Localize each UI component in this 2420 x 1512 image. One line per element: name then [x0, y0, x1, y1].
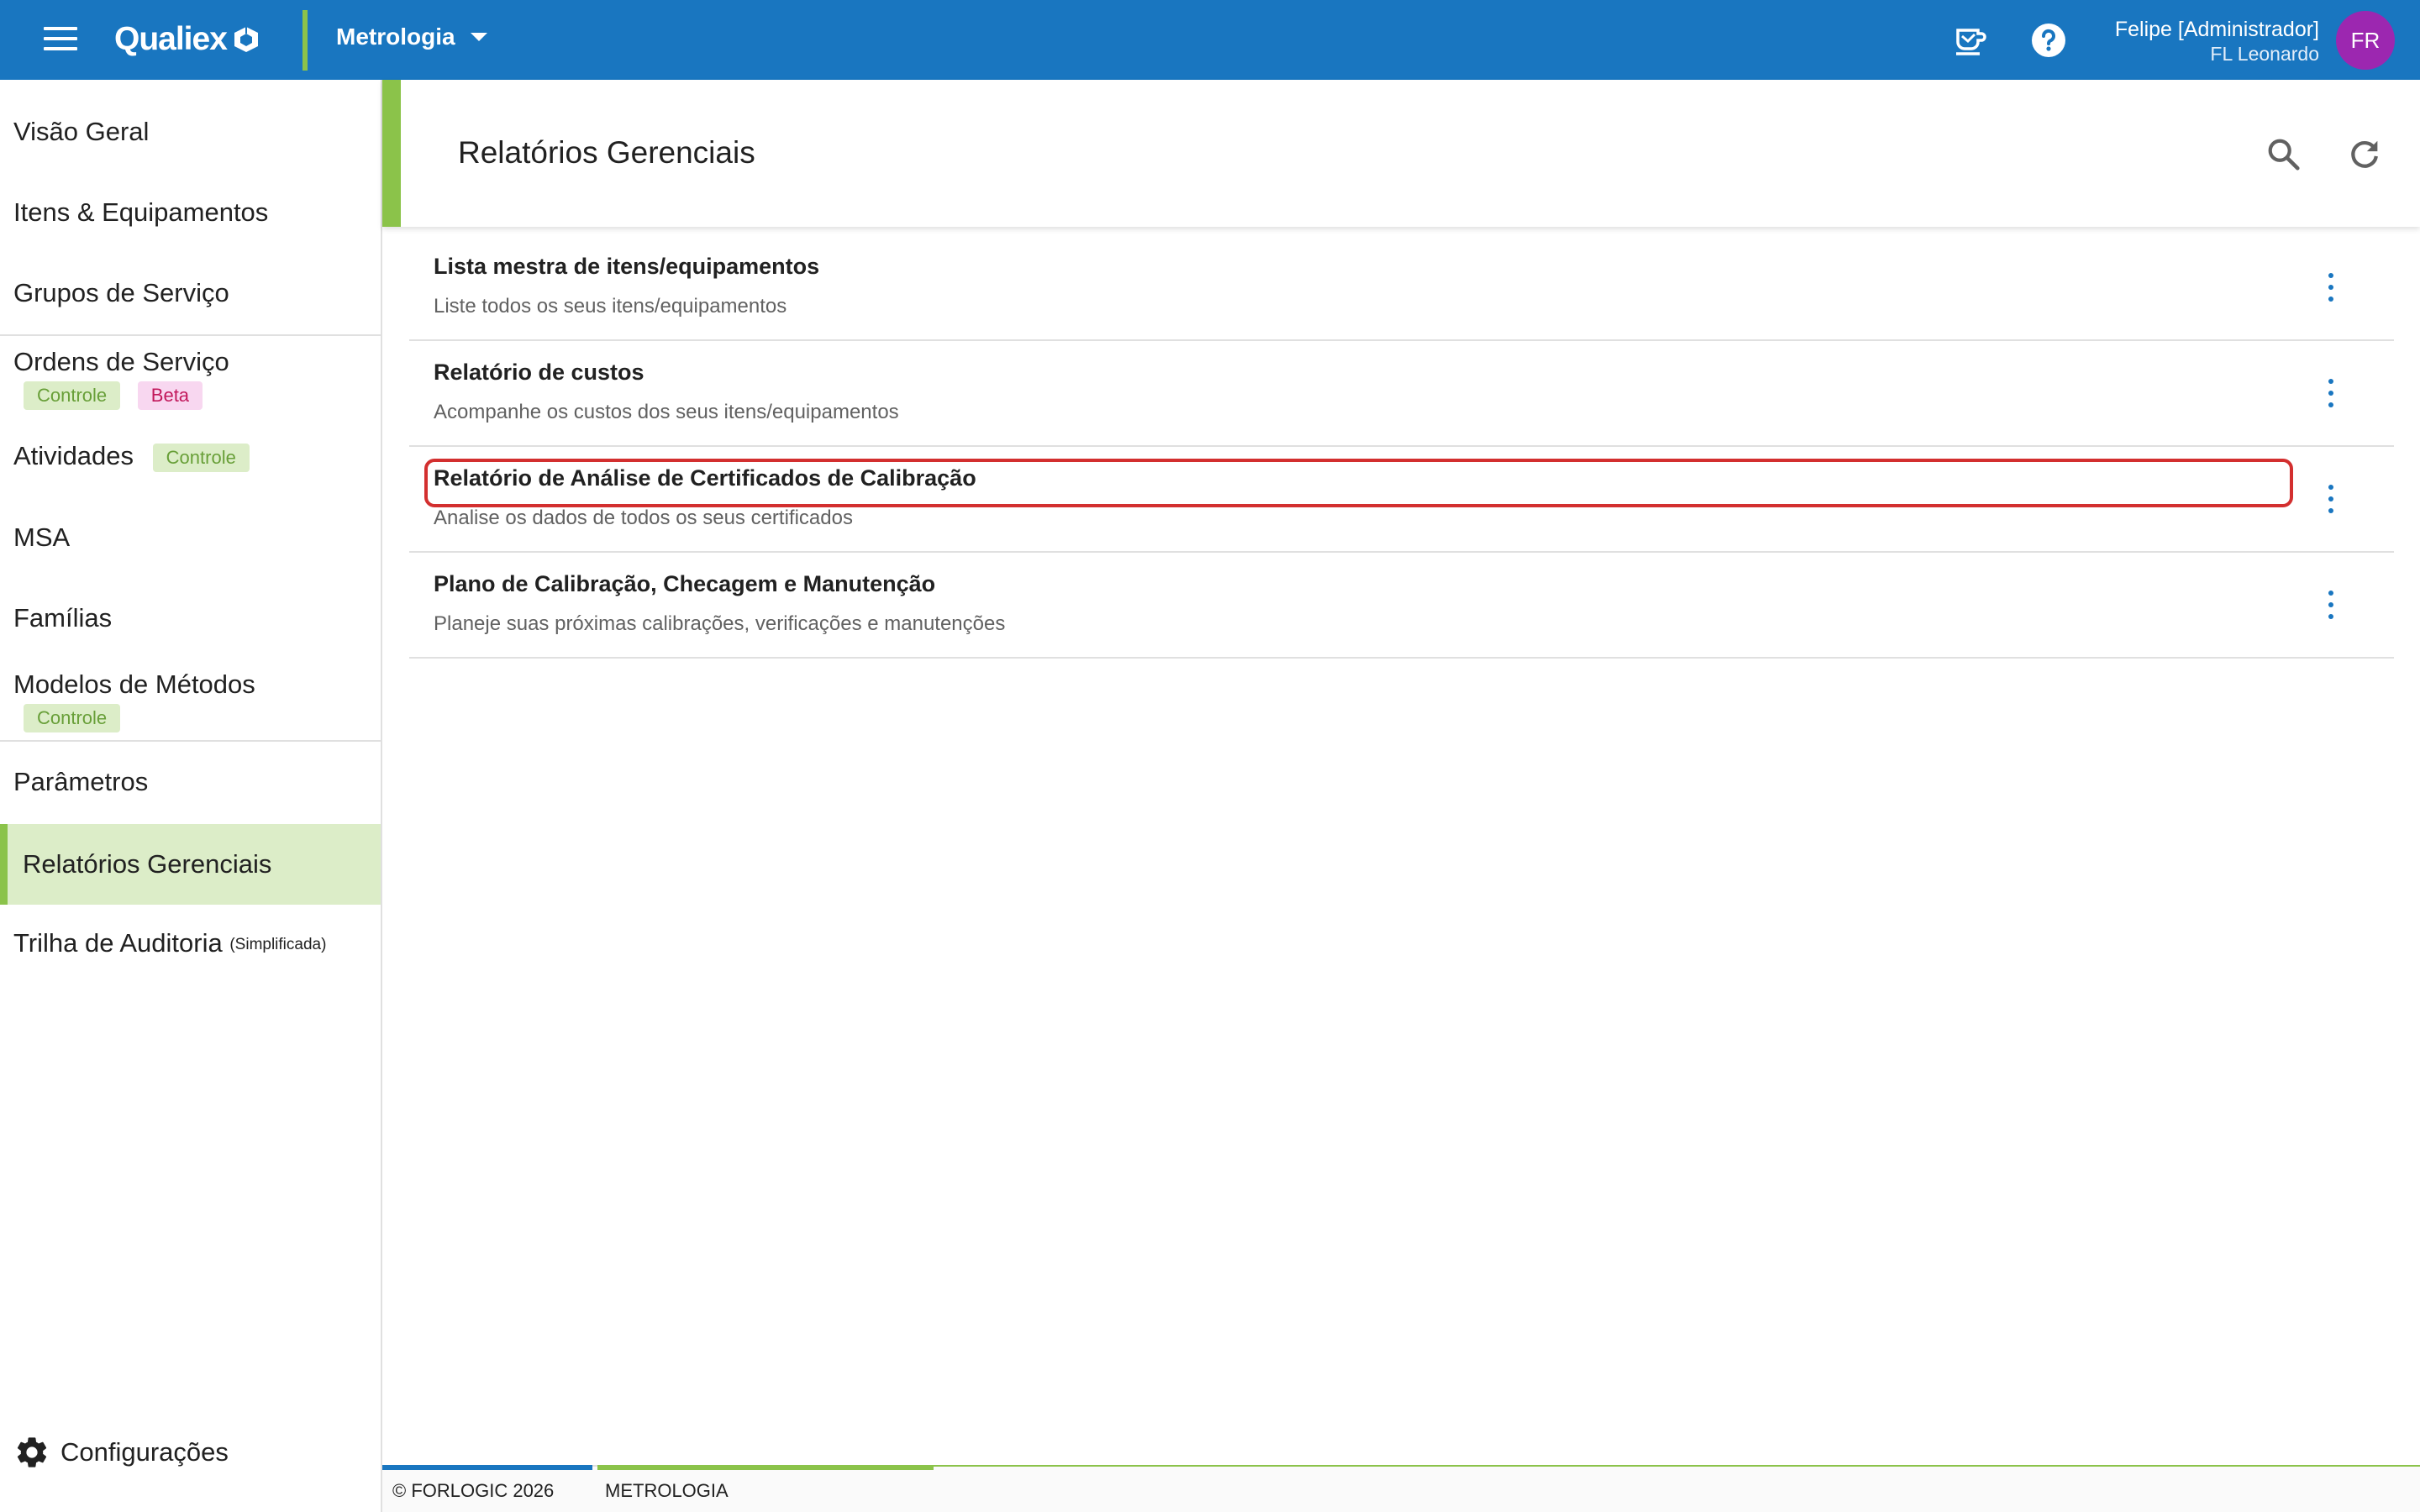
settings-button[interactable]: Configurações [13, 1434, 229, 1471]
gear-icon [17, 1437, 47, 1467]
caret-down-icon [470, 33, 487, 41]
report-item-analise-certificados[interactable]: Relatório de Análise de Certificados de … [409, 447, 2394, 553]
sidebar: Visão Geral Itens & Equipamentos Grupos … [0, 80, 382, 1512]
settings-label: Configurações [60, 1437, 229, 1467]
sidebar-item-label: Famílias [13, 603, 113, 633]
footer: © FORLOGIC 2026 METROLOGIA [382, 1465, 2420, 1512]
avatar[interactable]: FR [2336, 11, 2395, 70]
sidebar-item-trilha-de-auditoria[interactable]: Trilha de Auditoria (Simplificada) [0, 928, 381, 958]
beta-badge: Beta [137, 381, 203, 410]
footer-bar-line [934, 1465, 2420, 1467]
top-bar: Qualiex Metrologia Felipe [Administrador… [0, 0, 2420, 80]
report-item-lista-mestra[interactable]: Lista mestra de itens/equipamentos Liste… [409, 235, 2394, 341]
sidebar-item-relatorios-gerenciais[interactable]: Relatórios Gerenciais [0, 824, 381, 905]
report-title: Relatório de Análise de Certificados de … [434, 465, 976, 491]
page-title: Relatórios Gerenciais [458, 135, 755, 170]
sidebar-item-label: Relatórios Gerenciais [23, 849, 272, 879]
report-title: Lista mestra de itens/equipamentos [434, 254, 820, 279]
menu-icon[interactable] [44, 27, 77, 54]
sidebar-item-itens-equipamentos[interactable]: Itens & Equipamentos [0, 197, 381, 228]
sidebar-item-label: MSA [13, 522, 71, 552]
sidebar-item-msa[interactable]: MSA [0, 522, 381, 553]
page-header: Relatórios Gerenciais [382, 80, 2420, 227]
report-title: Relatório de custos [434, 360, 644, 385]
sidebar-item-label: Grupos de Serviço [13, 278, 229, 307]
module-label: Metrologia [336, 24, 455, 50]
sidebar-item-label: Ordens de Serviço [13, 347, 229, 376]
more-options-icon[interactable] [2325, 379, 2337, 407]
report-description: Liste todos os seus itens/equipamentos [434, 295, 787, 318]
report-item-plano-calibracao[interactable]: Plano de Calibração, Checagem e Manutenç… [409, 553, 2394, 659]
user-name: Felipe [Administrador] [2114, 18, 2319, 41]
more-options-icon[interactable] [2325, 485, 2337, 513]
report-description: Planeje suas próximas calibrações, verif… [434, 612, 1006, 635]
search-icon[interactable] [2265, 135, 2303, 174]
controle-badge: Controle [152, 443, 250, 472]
sidebar-item-label: Visão Geral [13, 117, 150, 146]
more-options-icon[interactable] [2325, 273, 2337, 302]
sidebar-item-label: Parâmetros [13, 767, 149, 796]
sidebar-item-label: Modelos de Métodos [13, 669, 255, 699]
report-description: Analise os dados de todos os seus certif… [434, 507, 853, 529]
controle-badge: Controle [24, 703, 121, 732]
report-description: Acompanhe os custos dos seus itens/equip… [434, 401, 899, 423]
sidebar-item-parametros[interactable]: Parâmetros [0, 767, 381, 797]
sidebar-item-grupos-de-servico[interactable]: Grupos de Serviço [0, 278, 381, 308]
user-info[interactable]: Felipe [Administrador] FL Leonardo [2115, 17, 2319, 66]
qualiex-logo[interactable]: Qualiex [114, 18, 260, 60]
footer-copyright: © FORLOGIC 2026 [392, 1480, 555, 1501]
report-title: Plano de Calibração, Checagem e Manutenç… [434, 571, 936, 596]
sidebar-item-label: Itens & Equipamentos [13, 197, 269, 227]
logo-cube-icon [234, 27, 258, 52]
sidebar-item-modelos-de-metodos[interactable]: Modelos de Métodos Controle [0, 669, 381, 732]
sidebar-item-label: Atividades [13, 441, 134, 470]
refresh-icon[interactable] [2345, 135, 2384, 174]
report-list: Lista mestra de itens/equipamentos Liste… [409, 235, 2394, 659]
sidebar-item-ordens-de-servico[interactable]: Ordens de Serviço Controle Beta [0, 347, 381, 410]
simplificada-note: (Simplificada) [229, 935, 327, 953]
sidebar-item-label: Trilha de Auditoria [13, 928, 223, 958]
sidebar-item-visao-geral[interactable]: Visão Geral [0, 117, 381, 147]
footer-module: METROLOGIA [605, 1480, 729, 1501]
coffee-cup-icon[interactable] [1951, 22, 1988, 59]
report-item-custos[interactable]: Relatório de custos Acompanhe os custos … [409, 341, 2394, 447]
footer-bar-blue [382, 1465, 592, 1470]
logo-text: Qualiex [114, 21, 228, 57]
sidebar-item-familias[interactable]: Famílias [0, 603, 381, 633]
sidebar-item-atividades[interactable]: Atividades Controle [0, 441, 381, 472]
sidebar-divider [0, 740, 381, 742]
module-divider [302, 10, 308, 71]
help-icon[interactable] [2030, 22, 2067, 59]
footer-bar-green [597, 1465, 934, 1470]
module-selector[interactable]: Metrologia [336, 24, 487, 50]
more-options-icon[interactable] [2325, 591, 2337, 619]
user-company: FL Leonardo [2210, 43, 2319, 65]
header-accent [382, 80, 401, 227]
controle-badge: Controle [24, 381, 121, 410]
sidebar-divider [0, 334, 381, 336]
